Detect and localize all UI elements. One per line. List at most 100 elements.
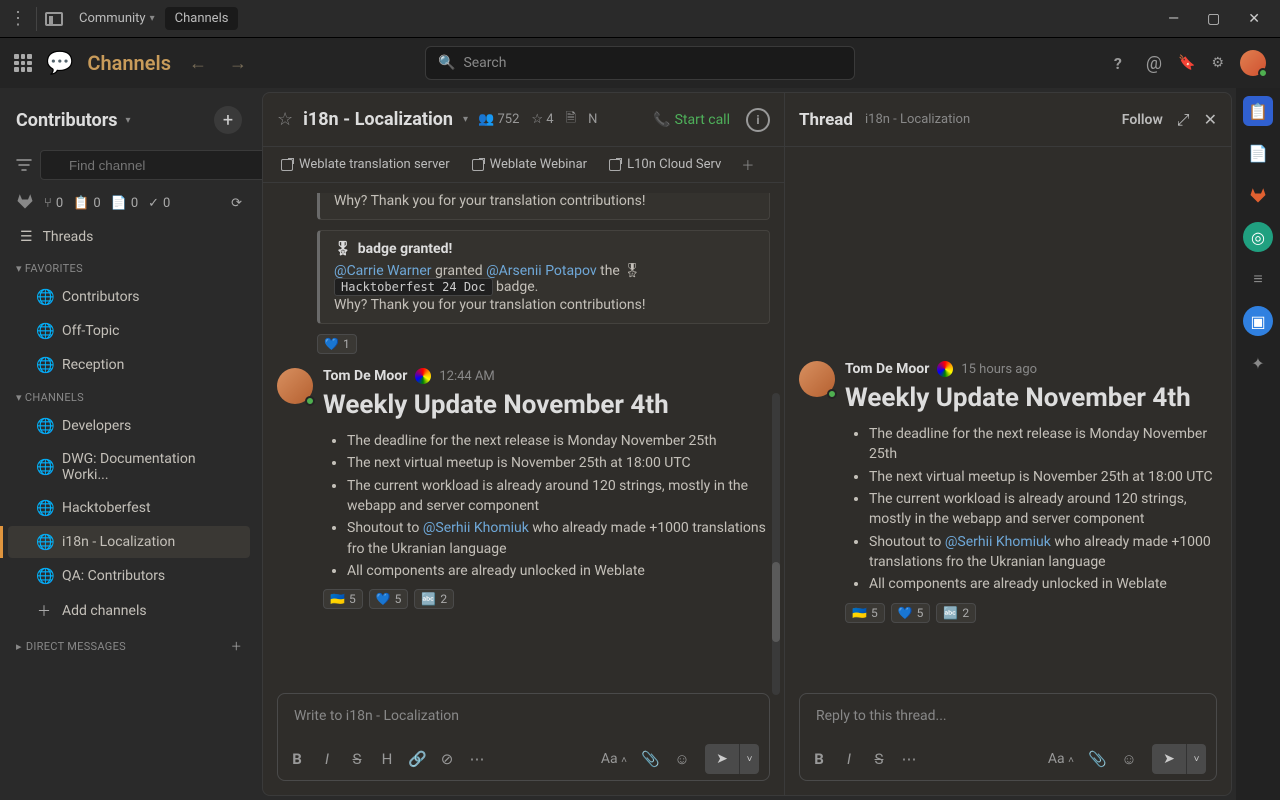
starred-count[interactable]: ☆ 4 — [531, 112, 553, 127]
pinned-tab[interactable]: Weblate translation server — [273, 153, 458, 176]
sidebar-item-reception[interactable]: 🌐Reception — [8, 349, 250, 381]
compose-button[interactable]: + — [214, 106, 242, 134]
rail-list-icon[interactable]: ≡ — [1243, 264, 1273, 294]
channels-section-label[interactable]: ▾ CHANNELS — [8, 383, 250, 408]
sidebar-item-qa[interactable]: 🌐QA: Contributors — [8, 560, 250, 592]
member-count[interactable]: 👥 752 — [478, 112, 519, 127]
bold-icon[interactable]: B — [810, 750, 828, 768]
bold-icon[interactable]: B — [288, 750, 306, 768]
settings-icon[interactable]: ⚙ — [1211, 55, 1224, 71]
author-name[interactable]: Tom De Moor — [845, 361, 929, 377]
rail-video-icon[interactable]: ▣ — [1243, 306, 1273, 336]
back-button[interactable]: ← — [185, 53, 211, 74]
expand-icon[interactable]: ⤢ — [1177, 110, 1190, 130]
more-icon[interactable]: ⋯ — [900, 750, 918, 768]
sidebar-item-developers[interactable]: 🌐Developers — [8, 410, 250, 442]
tab-community[interactable]: Community ▾ — [69, 7, 165, 30]
bookmark-icon[interactable]: 🔖 — [1178, 55, 1195, 71]
sidebar-item-hacktoberfest[interactable]: 🌐Hacktoberfest — [8, 492, 250, 524]
emoji-icon[interactable]: ☺ — [1120, 750, 1138, 768]
direct-messages-section-label[interactable]: ▸ DIRECT MESSAGES＋ — [8, 630, 250, 658]
send-button[interactable]: ➤ — [705, 744, 739, 774]
strike-icon[interactable]: S — [870, 750, 888, 768]
pinned-tab[interactable]: Weblate Webinar — [464, 153, 595, 176]
rail-status-icon[interactable]: ◎ — [1243, 222, 1273, 252]
reaction[interactable]: 🔤2 — [936, 603, 976, 623]
forward-button[interactable]: → — [225, 53, 251, 74]
gitlab-fox-icon[interactable] — [16, 192, 34, 214]
search-input[interactable]: 🔍 Search — [425, 46, 855, 80]
heading-icon[interactable]: H — [378, 750, 396, 768]
notes-icon[interactable]: 🗎 — [566, 109, 576, 131]
rail-sparkle-icon[interactable]: ✦ — [1243, 348, 1273, 378]
thread-composer-input[interactable]: Reply to this thread... — [800, 694, 1216, 738]
more-icon[interactable]: ⋯ — [468, 750, 486, 768]
mention[interactable]: @Arsenii Potapov — [486, 263, 597, 279]
favorite-star-icon[interactable]: ☆ — [277, 109, 293, 130]
todo-count[interactable]: 📋 0 — [73, 196, 101, 211]
app-menu-icon[interactable]: ⋮ — [8, 8, 28, 29]
close-icon[interactable]: ✕ — [1248, 11, 1260, 27]
review-count[interactable]: ✓ 0 — [148, 196, 170, 211]
author-avatar[interactable] — [277, 368, 313, 404]
italic-icon[interactable]: I — [318, 750, 336, 768]
send-options[interactable]: ˅ — [1186, 744, 1206, 774]
author-name[interactable]: Tom De Moor — [323, 368, 407, 384]
link-icon[interactable]: 🔗 — [408, 750, 426, 768]
attach-icon[interactable]: 📎 — [641, 750, 659, 768]
channel-info-icon[interactable]: i — [746, 108, 770, 132]
refresh-icon[interactable]: ⟳ — [231, 196, 242, 211]
sidebar-item-contributors[interactable]: 🌐Contributors — [8, 281, 250, 313]
chevron-down-icon[interactable]: ▾ — [463, 114, 468, 125]
rail-gitlab-icon[interactable] — [1243, 180, 1273, 210]
reaction[interactable]: 🇺🇦5 — [845, 603, 885, 623]
italic-icon[interactable]: I — [840, 750, 858, 768]
mention[interactable]: @Serhii Khomiuk — [423, 520, 529, 536]
rail-notes-icon[interactable]: 📋 — [1243, 96, 1273, 126]
add-pinned-icon[interactable]: ＋ — [735, 155, 760, 174]
scrollbar[interactable] — [772, 393, 780, 695]
reaction[interactable]: 💙1 — [317, 334, 357, 354]
close-icon[interactable]: ✕ — [1204, 110, 1217, 129]
pinned-tab[interactable]: L10n Cloud Serv — [601, 153, 729, 176]
priority-icon[interactable]: ⊘ — [438, 750, 456, 768]
reaction[interactable]: 💙5 — [369, 589, 409, 609]
rail-docs-icon[interactable]: 📄 — [1243, 138, 1273, 168]
tab-channels[interactable]: Channels — [165, 7, 239, 30]
minimize-icon[interactable]: — — [1168, 11, 1179, 27]
sidebar-item-offtopic[interactable]: 🌐Off-Topic — [8, 315, 250, 347]
filter-icon[interactable] — [16, 158, 32, 172]
help-icon[interactable]: ? — [1106, 51, 1130, 75]
emoji-icon[interactable]: ☺ — [673, 750, 691, 768]
start-call-button[interactable]: 📞 Start call — [653, 112, 730, 128]
reaction[interactable]: 🔤2 — [414, 589, 454, 609]
sidebar-item-i18n[interactable]: 🌐i18n - Localization — [8, 526, 250, 558]
reaction[interactable]: 🇺🇦5 — [323, 589, 363, 609]
attach-icon[interactable]: 📎 — [1088, 750, 1106, 768]
reaction[interactable]: 💙5 — [891, 603, 931, 623]
plus-icon[interactable]: ＋ — [231, 638, 242, 654]
add-channels[interactable]: ＋Add channels — [8, 594, 250, 628]
sidebar-item-dwg[interactable]: 🌐DWG: Documentation Worki... — [8, 444, 250, 490]
format-toggle[interactable]: Aa ˄ — [1048, 751, 1074, 767]
mention[interactable]: @Serhii Khomiuk — [945, 534, 1051, 550]
user-avatar[interactable] — [1240, 50, 1266, 76]
threads-item[interactable]: ☰ Threads — [8, 222, 250, 252]
follow-button[interactable]: Follow — [1122, 112, 1163, 128]
send-button[interactable]: ➤ — [1152, 744, 1186, 774]
doc-count[interactable]: 📄 0 — [111, 196, 139, 211]
format-toggle[interactable]: Aa ˄ — [601, 751, 627, 767]
author-avatar[interactable] — [799, 361, 835, 397]
thread-messages[interactable]: Tom De Moor 15 hours ago Weekly Update N… — [785, 147, 1231, 685]
send-options[interactable]: ˅ — [739, 744, 759, 774]
channel-title[interactable]: i18n - Localization — [303, 109, 453, 130]
layout-icon[interactable] — [45, 12, 63, 26]
composer-input[interactable]: Write to i18n - Localization — [278, 694, 769, 738]
apps-grid-icon[interactable] — [14, 54, 32, 72]
maximize-icon[interactable]: ▢ — [1207, 11, 1220, 27]
find-channel-input[interactable] — [40, 150, 275, 180]
mention[interactable]: @Carrie Warner — [334, 263, 432, 279]
strike-icon[interactable]: S — [348, 750, 366, 768]
workspace-header[interactable]: Contributors ▾ + — [8, 96, 250, 144]
merge-requests-count[interactable]: ⑂ 0 — [44, 196, 63, 211]
